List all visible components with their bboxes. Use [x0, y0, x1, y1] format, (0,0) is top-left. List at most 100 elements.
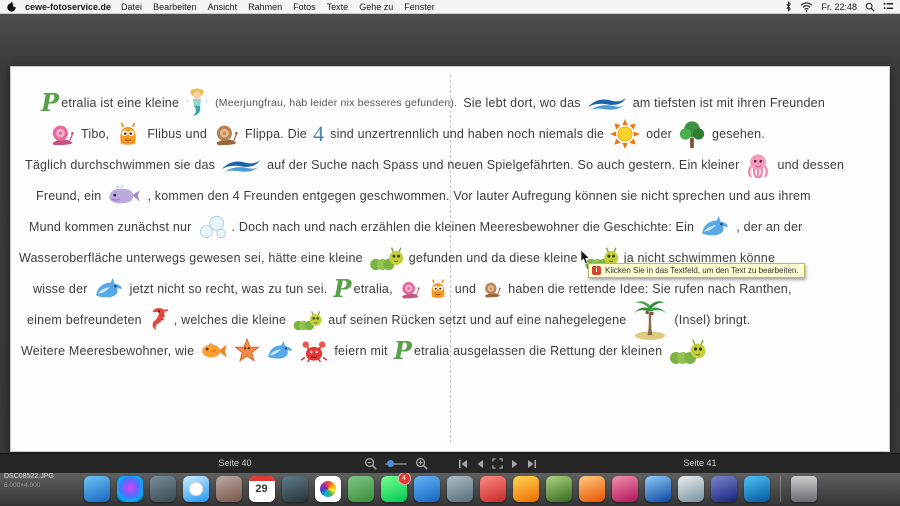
tree-icon: [678, 119, 706, 149]
dock-icon-preview[interactable]: [282, 476, 308, 502]
wifi-icon[interactable]: [800, 2, 813, 12]
dock-icon-photo-booth[interactable]: [447, 476, 473, 502]
zoom-slider-handle[interactable]: [387, 460, 394, 467]
dock-icon-numbers[interactable]: [546, 476, 572, 502]
story-text[interactable]: Petralia ist eine kleine(Meerjungfrau, h…: [11, 67, 889, 366]
story-line[interactable]: Freund, ein, kommen den 4 Freunden entge…: [36, 180, 877, 211]
menu-clock[interactable]: Fr. 22:48: [821, 2, 857, 12]
story-line[interactable]: einem befreundeten, welches die kleineau…: [27, 304, 877, 335]
zoom-in-button[interactable]: [415, 457, 428, 470]
story-word: auf seinen Rücken setzt und auf eine nah…: [328, 313, 626, 327]
notification-badge: 4: [398, 472, 411, 485]
story-word: Flippa. Die: [245, 127, 307, 141]
menu-rahmen[interactable]: Rahmen: [248, 2, 282, 12]
file-info: DSC08522.JPG 6.000×4.000: [4, 473, 54, 490]
dock-icon-messages[interactable]: 4: [381, 476, 407, 502]
menu-ansicht[interactable]: Ansicht: [208, 2, 238, 12]
palm-icon: [632, 300, 668, 340]
story-word: Wasseroberfläche unterwegs gewesen sei, …: [19, 251, 363, 265]
mouse-cursor: [580, 250, 590, 265]
dock-icon-safari[interactable]: [183, 476, 209, 502]
whale-icon: [107, 184, 141, 208]
dock-icon-music[interactable]: [612, 476, 638, 502]
next-page-button[interactable]: [511, 459, 519, 469]
dock-icon-mail[interactable]: [414, 476, 440, 502]
dock-icon-app-store[interactable]: [645, 476, 671, 502]
dock-icon-app-blue-2[interactable]: [744, 476, 770, 502]
drop-cap-p: P: [394, 339, 412, 363]
bluetooth-icon[interactable]: [785, 1, 792, 12]
story-word: jetzt nicht so recht, was zu tun sei.: [130, 282, 328, 296]
dock-icon-itunes[interactable]: [480, 476, 506, 502]
seahorse-icon: [148, 306, 168, 334]
last-page-button[interactable]: [527, 459, 537, 469]
story-line[interactable]: Tibo,Flibus undFlippa. Die4sind unzertre…: [49, 118, 877, 149]
dock-icon-launchpad[interactable]: [150, 476, 176, 502]
app-name[interactable]: cewe-fotoservice.de: [25, 2, 111, 12]
monster-icon: [115, 122, 141, 146]
story-line[interactable]: Täglich durchschwimmen sie das auf der Su…: [25, 149, 877, 180]
tooltip-text: Klicken Sie in das Textfeld, um den Text…: [605, 266, 799, 275]
previous-page-button[interactable]: [476, 459, 484, 469]
menu-fenster[interactable]: Fenster: [404, 2, 435, 12]
story-word: gesehen.: [712, 127, 765, 141]
notification-center-icon[interactable]: [883, 2, 894, 11]
snail-brown-icon: [213, 122, 239, 146]
dock-icon-trash[interactable]: [791, 476, 817, 502]
story-line[interactable]: Mund kommen zunächst nur . Doch nach und …: [29, 211, 877, 242]
big-number: 4: [313, 123, 324, 145]
first-page-button[interactable]: [458, 459, 468, 469]
story-word: Mund kommen zunächst nur: [29, 220, 192, 234]
edit-tooltip: i Klicken Sie in das Textfeld, um den Te…: [588, 263, 805, 278]
story-line[interactable]: Weitere Meeresbewohner, wie feiern mit Pet…: [21, 335, 877, 366]
apple-menu-icon[interactable]: [6, 1, 17, 12]
calendar-day: 29: [255, 481, 267, 498]
story-word: oder: [646, 127, 672, 141]
story-word: etralia,: [354, 282, 393, 296]
spotlight-icon[interactable]: [865, 2, 875, 12]
crab-icon: [300, 340, 328, 362]
dock-icon-finder[interactable]: [84, 476, 110, 502]
dolphin-icon: [700, 215, 730, 239]
page-spread[interactable]: Petralia ist eine kleine(Meerjungfrau, h…: [10, 66, 890, 452]
file-dimensions: 6.000×4.000: [4, 482, 54, 490]
story-word: . Doch nach und nach erzählen die kleine…: [232, 220, 695, 234]
menu-bearbeiten[interactable]: Bearbeiten: [153, 2, 197, 12]
dock-icon-game-center[interactable]: [348, 476, 374, 502]
dock-icon-system-preferences[interactable]: [678, 476, 704, 502]
dock: 29 4: [0, 472, 900, 506]
snail-pink-icon: [399, 279, 421, 299]
right-page-label: Seite 41: [655, 454, 745, 473]
story-word: sind unzertrennlich und haben noch niema…: [330, 127, 604, 141]
caterpillar-icon: [369, 245, 403, 271]
menu-fotos[interactable]: Fotos: [293, 2, 316, 12]
dock-icon-app-blue-1[interactable]: [711, 476, 737, 502]
zoom-out-button[interactable]: [364, 457, 377, 470]
story-word: Weitere Meeresbewohner, wie: [21, 344, 194, 358]
dolphin-icon: [94, 277, 124, 301]
monster-icon: [427, 279, 449, 299]
dock-icon-pages[interactable]: [579, 476, 605, 502]
story-word: Täglich durchschwimmen sie das: [25, 158, 215, 172]
story-word: feiern mit: [334, 344, 387, 358]
story-word: (Meerjungfrau, hab leider nix besseres g…: [215, 97, 457, 109]
bubbles-icon: [198, 215, 226, 239]
story-line[interactable]: Petralia ist eine kleine(Meerjungfrau, h…: [41, 87, 877, 118]
menu-texte[interactable]: Texte: [327, 2, 349, 12]
dock-icon-photos[interactable]: [315, 476, 341, 502]
zoom-slider[interactable]: [385, 463, 407, 465]
caterpillar-icon: [292, 309, 322, 331]
story-word: auf der Suche nach Spass und neuen Spiel…: [267, 158, 739, 172]
dock-icon-siri[interactable]: [117, 476, 143, 502]
dock-icon-app-colorful[interactable]: [513, 476, 539, 502]
dock-icon-calendar[interactable]: 29: [249, 476, 275, 502]
snail-pink-icon: [49, 122, 75, 146]
story-word: etralia ausgelassen die Rettung der klei…: [414, 344, 662, 358]
fit-to-screen-button[interactable]: [492, 458, 503, 469]
story-word: und dessen: [777, 158, 844, 172]
dock-icon-archive[interactable]: [216, 476, 242, 502]
fish-icon: [200, 341, 228, 361]
menu-datei[interactable]: Datei: [121, 2, 142, 12]
menu-gehe-zu[interactable]: Gehe zu: [359, 2, 393, 12]
story-word: , der an der: [736, 220, 802, 234]
